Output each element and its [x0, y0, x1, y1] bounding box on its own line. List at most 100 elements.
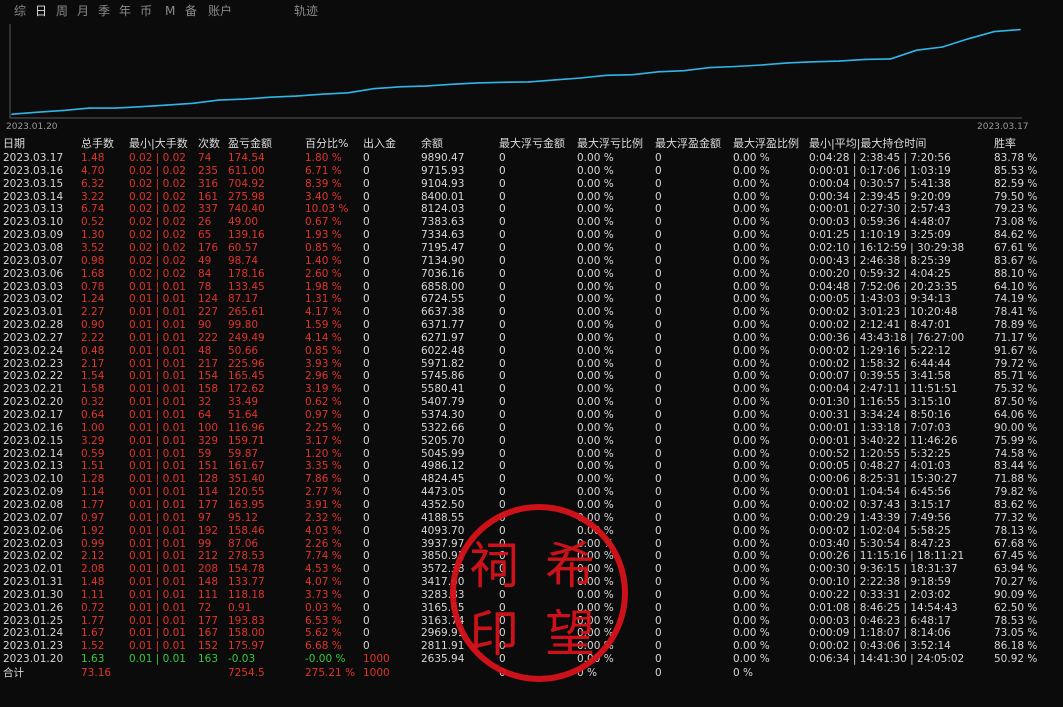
table-row[interactable]: 2023.03.10 0.52 0.02 | 0.02 26 49.00 0.67 % 0 7…	[0, 216, 1063, 229]
table-cell: 2023.02.10	[3, 473, 64, 486]
table-cell: 64.06 %	[994, 409, 1038, 421]
table-row[interactable]: 2023.02.13 1.51 0.01 | 0.01 151 161.67 3.35 %…	[0, 460, 1063, 473]
tab-8[interactable]: 备	[185, 3, 197, 19]
table-row[interactable]: 2023.03.13 6.74 0.02 | 0.02 337 740.40 10.03 …	[0, 203, 1063, 216]
column-header-6[interactable]: 出入金	[363, 137, 396, 151]
column-header-12[interactable]: 最小|平均|最大持仓时间	[809, 137, 926, 151]
table-cell: 2023.01.24	[3, 627, 64, 640]
table-cell: 64.10 %	[994, 280, 1038, 293]
table-row[interactable]: 2023.03.06 1.68 0.02 | 0.02 84 178.16 2.60 % 0…	[0, 268, 1063, 281]
column-header-4[interactable]: 盈亏金额	[228, 137, 272, 151]
table-row[interactable]: 2023.02.27 2.22 0.01 | 0.01 222 249.49 4.14 %…	[0, 332, 1063, 345]
column-header-7[interactable]: 余额	[421, 137, 443, 151]
table-row[interactable]: 2023.01.24 1.67 0.01 | 0.01 167 158.00 5.62 %…	[0, 627, 1063, 640]
column-header-9[interactable]: 最大浮亏比例	[577, 137, 643, 151]
column-header-2[interactable]: 最小|大手数	[129, 137, 188, 151]
table-cell: 2023.02.27	[3, 331, 64, 344]
table-row[interactable]: 2023.02.02 2.12 0.01 | 0.01 212 278.53 7.74 %…	[0, 550, 1063, 563]
table-cell: 87.50 %	[994, 396, 1038, 409]
table-cell: 71.88 %	[994, 473, 1038, 486]
tab-10[interactable]: 轨迹	[294, 3, 318, 19]
column-header-1[interactable]: 总手数	[81, 137, 114, 151]
table-row[interactable]: 2023.02.23 2.17 0.01 | 0.01 217 225.96 3.93 %…	[0, 358, 1063, 371]
column-header-8[interactable]: 最大浮亏金额	[499, 137, 565, 151]
table-row[interactable]: 2023.01.25 1.77 0.01 | 0.01 177 193.83 6.53 %…	[0, 615, 1063, 628]
tab-7[interactable]: M	[165, 3, 175, 19]
column-header-0[interactable]: 日期	[3, 137, 25, 151]
table-cell: 0.00 %	[577, 498, 614, 511]
column-header-3[interactable]: 次数	[198, 137, 220, 151]
tab-4[interactable]: 季	[98, 3, 110, 19]
table-cell: 222	[198, 331, 219, 344]
table-row[interactable]: 2023.02.14 0.59 0.01 | 0.01 59 59.87 1.20 % 0 5…	[0, 448, 1063, 461]
table-row[interactable]: 2023.02.17 0.64 0.01 | 0.01 64 51.64 0.97 % 0 5…	[0, 409, 1063, 422]
table-row[interactable]: 2023.03.14 3.22 0.02 | 0.02 161 275.98 3.40 %…	[0, 191, 1063, 204]
column-header-5[interactable]: 百分比%	[305, 137, 348, 151]
table-row[interactable]: 2023.02.22 1.54 0.01 | 0.01 154 165.45 2.96 %…	[0, 370, 1063, 383]
table-cell: 0	[499, 614, 506, 627]
table-cell: 0	[655, 344, 662, 357]
table-row[interactable]: 2023.02.15 3.29 0.01 | 0.01 329 159.71 3.17 %…	[0, 435, 1063, 448]
table-cell: 86.18 %	[994, 640, 1038, 653]
table-cell: 2023.03.06	[3, 267, 64, 280]
table-cell: 2.12	[81, 550, 105, 563]
table-cell: 0.59	[81, 447, 105, 460]
table-cell: 0	[499, 229, 506, 242]
table-row[interactable]: 2023.02.07 0.97 0.01 | 0.01 97 95.12 2.32 % 0 4…	[0, 512, 1063, 525]
table-row[interactable]: 2023.03.08 3.52 0.02 | 0.02 176 60.57 0.85 % 0…	[0, 242, 1063, 255]
table-row[interactable]: 2023.03.17 1.48 0.02 | 0.02 74 174.54 1.80 % 0…	[0, 152, 1063, 165]
table-row[interactable]: 2023.03.16 4.70 0.02 | 0.02 235 611.00 6.71 %…	[0, 165, 1063, 178]
table-row[interactable]: 2023.03.07 0.98 0.02 | 0.02 49 98.74 1.40 % 0 7…	[0, 255, 1063, 268]
table-cell: 59.87	[228, 447, 259, 460]
balance-point-6	[166, 104, 168, 106]
table-row[interactable]: 2023.03.09 1.30 0.02 | 0.02 65 139.16 1.93 % 0…	[0, 229, 1063, 242]
tab-0[interactable]: 综	[14, 3, 26, 19]
table-row[interactable]: 2023.02.20 0.32 0.01 | 0.01 32 33.49 0.62 % 0 5…	[0, 396, 1063, 409]
table-cell: 0.00 %	[733, 434, 770, 447]
table-row[interactable]: 2023.02.09 1.14 0.01 | 0.01 114 120.55 2.77 %…	[0, 486, 1063, 499]
tab-5[interactable]: 年	[119, 3, 131, 19]
table-row[interactable]: 2023.02.01 2.08 0.01 | 0.01 208 154.78 4.53 %…	[0, 563, 1063, 576]
table-row[interactable]: 2023.01.20 1.63 0.01 | 0.01 163 -0.03 -0.00 %…	[0, 653, 1063, 666]
table-cell: 7036.16	[421, 267, 465, 280]
table-row[interactable]: 2023.01.23 1.52 0.01 | 0.01 152 175.97 6.68 %…	[0, 640, 1063, 653]
table-row[interactable]: 2023.02.03 0.99 0.01 | 0.01 99 87.06 2.26 % 0 3…	[0, 538, 1063, 551]
table-row[interactable]: 2023.03.03 0.78 0.01 | 0.01 78 133.45 1.98 % 0…	[0, 281, 1063, 294]
tab-6[interactable]: 币	[140, 3, 152, 19]
table-row[interactable]: 2023.03.15 6.32 0.02 | 0.02 316 704.92 8.39 %…	[0, 178, 1063, 191]
balance-curve-svg	[9, 24, 1022, 119]
table-row[interactable]: 2023.02.06 1.92 0.01 | 0.01 192 158.46 4.03 %…	[0, 525, 1063, 538]
table-cell: 0.00 %	[577, 614, 614, 627]
table-row[interactable]: 2023.02.28 0.90 0.01 | 0.01 90 99.80 1.59 % 0 6…	[0, 319, 1063, 332]
tab-3[interactable]: 月	[77, 3, 89, 19]
table-row[interactable]: 2023.02.21 1.58 0.01 | 0.01 158 172.62 3.19 %…	[0, 383, 1063, 396]
column-header-11[interactable]: 最大浮盈比例	[733, 137, 799, 151]
tab-9[interactable]: 账户	[208, 3, 232, 19]
table-cell: 1.14	[81, 486, 105, 499]
table-cell: 0.02 | 0.02	[129, 216, 186, 229]
table-cell: 0.00 %	[577, 576, 614, 589]
balance-point-19	[502, 81, 504, 84]
table-cell: 5322.66	[421, 421, 465, 434]
balance-point-30	[786, 62, 789, 64]
table-row[interactable]: 2023.03.02 1.24 0.01 | 0.01 124 87.17 1.31 % 0…	[0, 293, 1063, 306]
column-header-13[interactable]: 胜率	[994, 137, 1016, 151]
tab-2[interactable]: 周	[56, 3, 68, 19]
table-row[interactable]: 2023.02.16 1.00 0.01 | 0.01 100 116.96 2.25 %…	[0, 422, 1063, 435]
table-cell: 2023.02.21	[3, 383, 64, 396]
table-row[interactable]: 2023.02.24 0.48 0.01 | 0.01 48 50.66 0.85 % 0 6…	[0, 345, 1063, 358]
table-row[interactable]: 2023.01.31 1.48 0.01 | 0.01 148 133.77 4.07 %…	[0, 576, 1063, 589]
table-row[interactable]: 2023.01.26 0.72 0.01 | 0.01 72 0.91 0.03 % 0 31…	[0, 602, 1063, 615]
table-cell: 0.01 | 0.01	[129, 614, 186, 627]
table-cell: 0.00 %	[733, 524, 770, 537]
tab-1[interactable]: 日	[35, 3, 47, 19]
column-header-10[interactable]: 最大浮盈金额	[655, 137, 721, 151]
table-row[interactable]: 2023.02.10 1.28 0.01 | 0.01 128 351.40 7.86 %…	[0, 473, 1063, 486]
table-row[interactable]: 2023.03.01 2.27 0.01 | 0.01 227 265.61 4.17 %…	[0, 306, 1063, 319]
table-row[interactable]: 2023.01.30 1.11 0.01 | 0.01 111 118.18 3.73 %…	[0, 589, 1063, 602]
table-cell: 0	[499, 383, 506, 396]
table-cell: 0	[363, 447, 370, 460]
table-cell: 0.62 %	[305, 396, 342, 409]
table-cell: 0	[363, 280, 370, 293]
table-row[interactable]: 2023.02.08 1.77 0.01 | 0.01 177 163.95 3.91 %…	[0, 499, 1063, 512]
